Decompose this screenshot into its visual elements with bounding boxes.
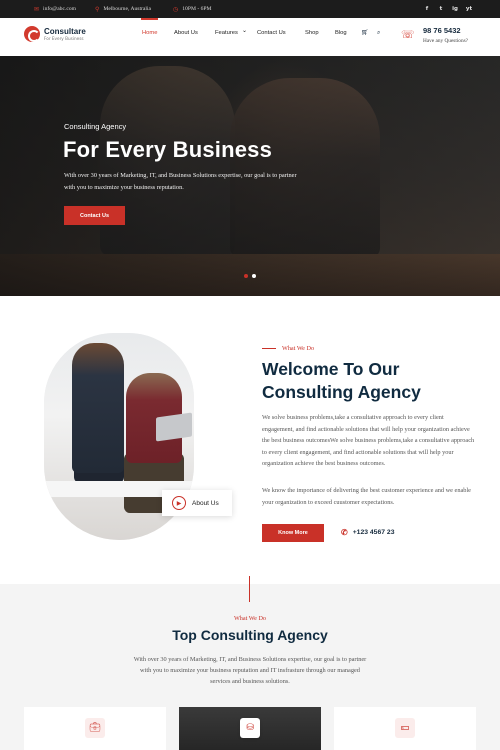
coins-icon: ⛁: [240, 718, 260, 738]
services-title: Top Consulting Agency: [172, 627, 328, 643]
facebook-icon[interactable]: f: [420, 6, 434, 12]
chevron-down-icon[interactable]: ⌄: [242, 28, 247, 34]
instagram-icon[interactable]: ig: [448, 6, 462, 12]
top-bar: ✉ info@abc.com ⚲ Melbourne, Australia ◷ …: [0, 0, 500, 18]
cart-icon[interactable]: 🛒︎: [361, 29, 369, 36]
about-title-line1: Welcome To Our: [262, 359, 400, 379]
nav-phone-number: 98 76 5432: [423, 26, 461, 35]
youtube-icon[interactable]: yt: [462, 6, 476, 12]
photo-man-standing: [72, 343, 124, 473]
main-nav: Consultare For Every Business Home About…: [0, 18, 500, 56]
hero-slider-dots: [244, 274, 256, 278]
slider-dot-1[interactable]: [244, 274, 248, 278]
topbar-email[interactable]: ✉ info@abc.com: [34, 0, 76, 18]
about-title-line2: Consulting Agency: [262, 382, 421, 402]
topbar-hours: ◷ 10PM - 6PM: [173, 0, 211, 18]
about-video-badge[interactable]: ▶ About Us: [162, 490, 232, 516]
logo-c-icon: [24, 26, 40, 42]
photo-laptop: [156, 412, 192, 442]
nav-contact-us[interactable]: Contact Us: [257, 30, 286, 36]
nav-shop[interactable]: Shop: [305, 30, 319, 36]
brand-name: Consultare: [44, 26, 86, 36]
nav-blog[interactable]: Blog: [335, 30, 347, 36]
about-paragraph-1: We solve business problems,take a consul…: [262, 414, 475, 467]
briefcase-icon: 💼︎: [85, 718, 105, 738]
search-icon[interactable]: ⌕: [377, 29, 380, 37]
headset-icon: ☏: [401, 28, 415, 41]
nav-home[interactable]: Home: [142, 30, 157, 36]
label-divider: [262, 348, 276, 349]
topbar-hours-text: 10PM - 6PM: [182, 6, 212, 12]
about-phone-number: +123 4567 23: [352, 529, 395, 536]
topbar-location-text: Melbourne, Australia: [103, 6, 151, 12]
service-card-1[interactable]: 💼︎: [24, 707, 166, 750]
play-icon: ▶: [172, 496, 186, 510]
about-badge-label: About Us: [192, 499, 219, 507]
hero-description: With over 30 years of Marketing, IT, and…: [64, 172, 297, 191]
cash-icon: 💵︎: [395, 718, 415, 738]
phone-icon: ✆: [341, 528, 348, 537]
clock-icon: ◷: [173, 6, 179, 13]
twitter-icon[interactable]: t: [434, 6, 448, 12]
active-indicator: [141, 18, 158, 20]
hero-kicker: Consulting Agency: [64, 122, 127, 131]
nav-phone-sub: Have any Questions?: [423, 38, 469, 44]
hero-contact-button[interactable]: Contact Us: [64, 206, 125, 225]
about-paragraph-2: We know the importance of delivering the…: [262, 487, 471, 506]
services-description: With over 30 years of Marketing, IT, and…: [133, 656, 367, 685]
service-card-3[interactable]: 💵︎: [334, 707, 476, 750]
about-title: Welcome To Our Consulting Agency: [262, 358, 421, 404]
topbar-email-text: info@abc.com: [43, 6, 76, 12]
brand-tagline: For Every Business: [44, 35, 84, 41]
map-pin-icon: ⚲: [95, 6, 100, 13]
brand-logo[interactable]: Consultare For Every Business: [24, 26, 86, 42]
about-label: What We Do: [282, 345, 315, 352]
section-divider-line: [249, 576, 250, 602]
service-card-2[interactable]: ⛁: [179, 707, 321, 750]
know-more-button[interactable]: Know More: [262, 524, 324, 542]
topbar-location: ⚲ Melbourne, Australia: [95, 0, 151, 18]
nav-about-us[interactable]: About Us: [174, 30, 198, 36]
services-label: What We Do: [233, 615, 267, 622]
envelope-icon: ✉: [34, 6, 40, 13]
about-phone[interactable]: ✆ +123 4567 23: [341, 528, 394, 537]
hero-title: For Every Business: [63, 137, 273, 162]
slider-dot-2[interactable]: [252, 274, 256, 278]
hero-banner: Consulting Agency For Every Business Wit…: [0, 56, 500, 296]
nav-features[interactable]: Features: [215, 30, 238, 36]
social-links: f t ig yt: [420, 0, 476, 18]
